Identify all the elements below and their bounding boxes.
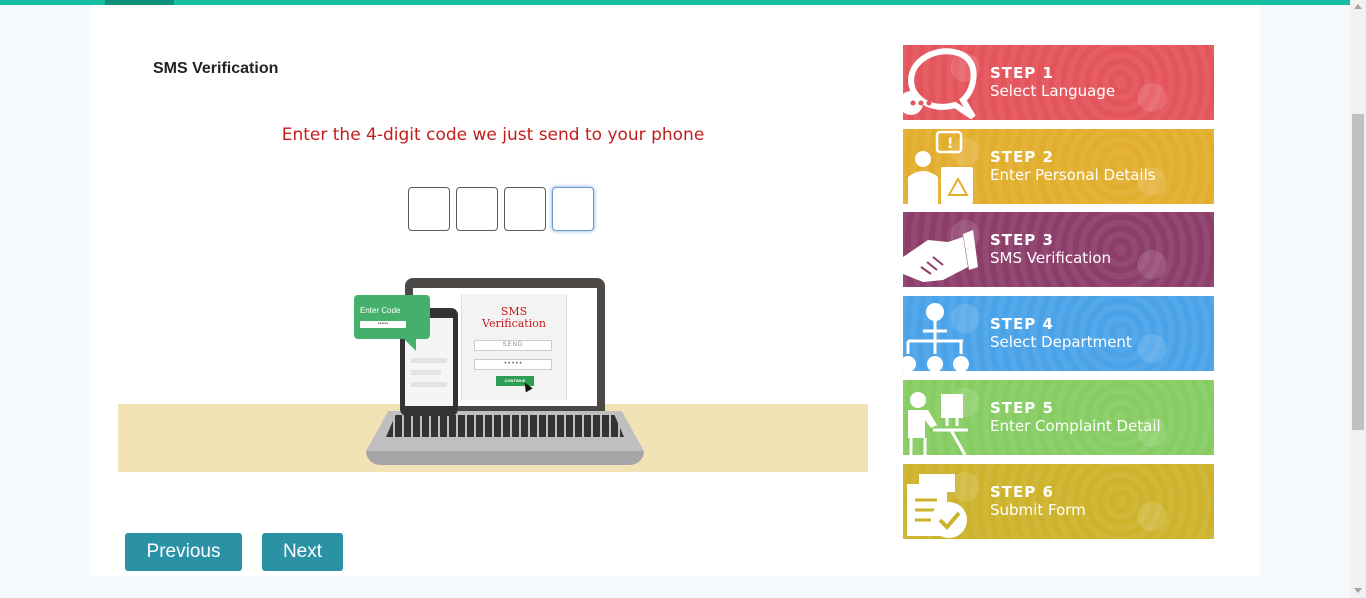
bubble-label: Enter Code [360, 306, 401, 315]
handshake-icon [903, 230, 978, 282]
person-clipboard-icon: ! [908, 130, 973, 204]
laptop-send-bar: SEND [474, 340, 552, 351]
laptop-lip [366, 451, 644, 465]
otp-digit-1[interactable] [408, 187, 450, 231]
person-at-computer-icon [908, 392, 968, 455]
step-1-number: STEP 1 [990, 64, 1054, 82]
enter-code-bubble: Enter Code •••••• [354, 295, 430, 351]
scroll-up-arrow-icon[interactable] [1354, 4, 1362, 9]
step-6-number: STEP 6 [990, 483, 1054, 501]
page-scrollbar[interactable] [1350, 0, 1366, 598]
svg-text:!: ! [947, 136, 953, 152]
step-5-label: Enter Complaint Detail [990, 417, 1161, 435]
bubble-code: •••••• [360, 321, 406, 328]
chat-bubble-icon [903, 48, 977, 120]
org-chart-icon [903, 303, 969, 371]
sms-verification-illustration: SMS Verification SEND • • • • • CONTINUE… [118, 270, 868, 472]
step-5-enter-complaint-detail[interactable]: STEP 5 Enter Complaint Detail [903, 380, 1214, 455]
form-check-icon [907, 474, 967, 538]
step-4-label: Select Department [990, 333, 1132, 351]
previous-button[interactable]: Previous [125, 533, 242, 571]
step-4-number: STEP 4 [990, 315, 1054, 333]
step-5-number: STEP 5 [990, 399, 1054, 417]
next-button[interactable]: Next [262, 533, 343, 571]
step-1-select-language[interactable]: STEP 1 Select Language [903, 45, 1214, 120]
step-3-sms-verification[interactable]: STEP 3 SMS Verification [903, 212, 1214, 287]
page-title: SMS Verification [153, 60, 279, 77]
verification-instruction: Enter the 4-digit code we just send to y… [281, 125, 705, 145]
step-2-number: STEP 2 [990, 148, 1054, 166]
laptop-sms-title: SMS Verification [482, 305, 546, 330]
step-6-label: Submit Form [990, 501, 1086, 519]
laptop-keyboard [386, 415, 624, 437]
step-3-label: SMS Verification [990, 249, 1112, 267]
step-2-enter-personal-details[interactable]: ! STEP 2 Enter Personal Details [903, 129, 1214, 204]
otp-digit-2[interactable] [456, 187, 498, 231]
step-2-label: Enter Personal Details [990, 166, 1156, 184]
scroll-down-arrow-icon[interactable] [1354, 588, 1362, 593]
scrollbar-thumb[interactable] [1352, 114, 1364, 430]
step-3-number: STEP 3 [990, 231, 1054, 249]
laptop-code-bar: • • • • • [474, 359, 552, 370]
step-4-select-department[interactable]: STEP 4 Select Department [903, 296, 1214, 371]
otp-digit-3[interactable] [504, 187, 546, 231]
laptop-sms-panel: SMS Verification SEND • • • • • CONTINUE [461, 294, 567, 400]
step-1-label: Select Language [990, 82, 1116, 100]
step-6-submit-form[interactable]: STEP 6 Submit Form [903, 464, 1214, 539]
otp-digit-4[interactable] [552, 187, 594, 231]
